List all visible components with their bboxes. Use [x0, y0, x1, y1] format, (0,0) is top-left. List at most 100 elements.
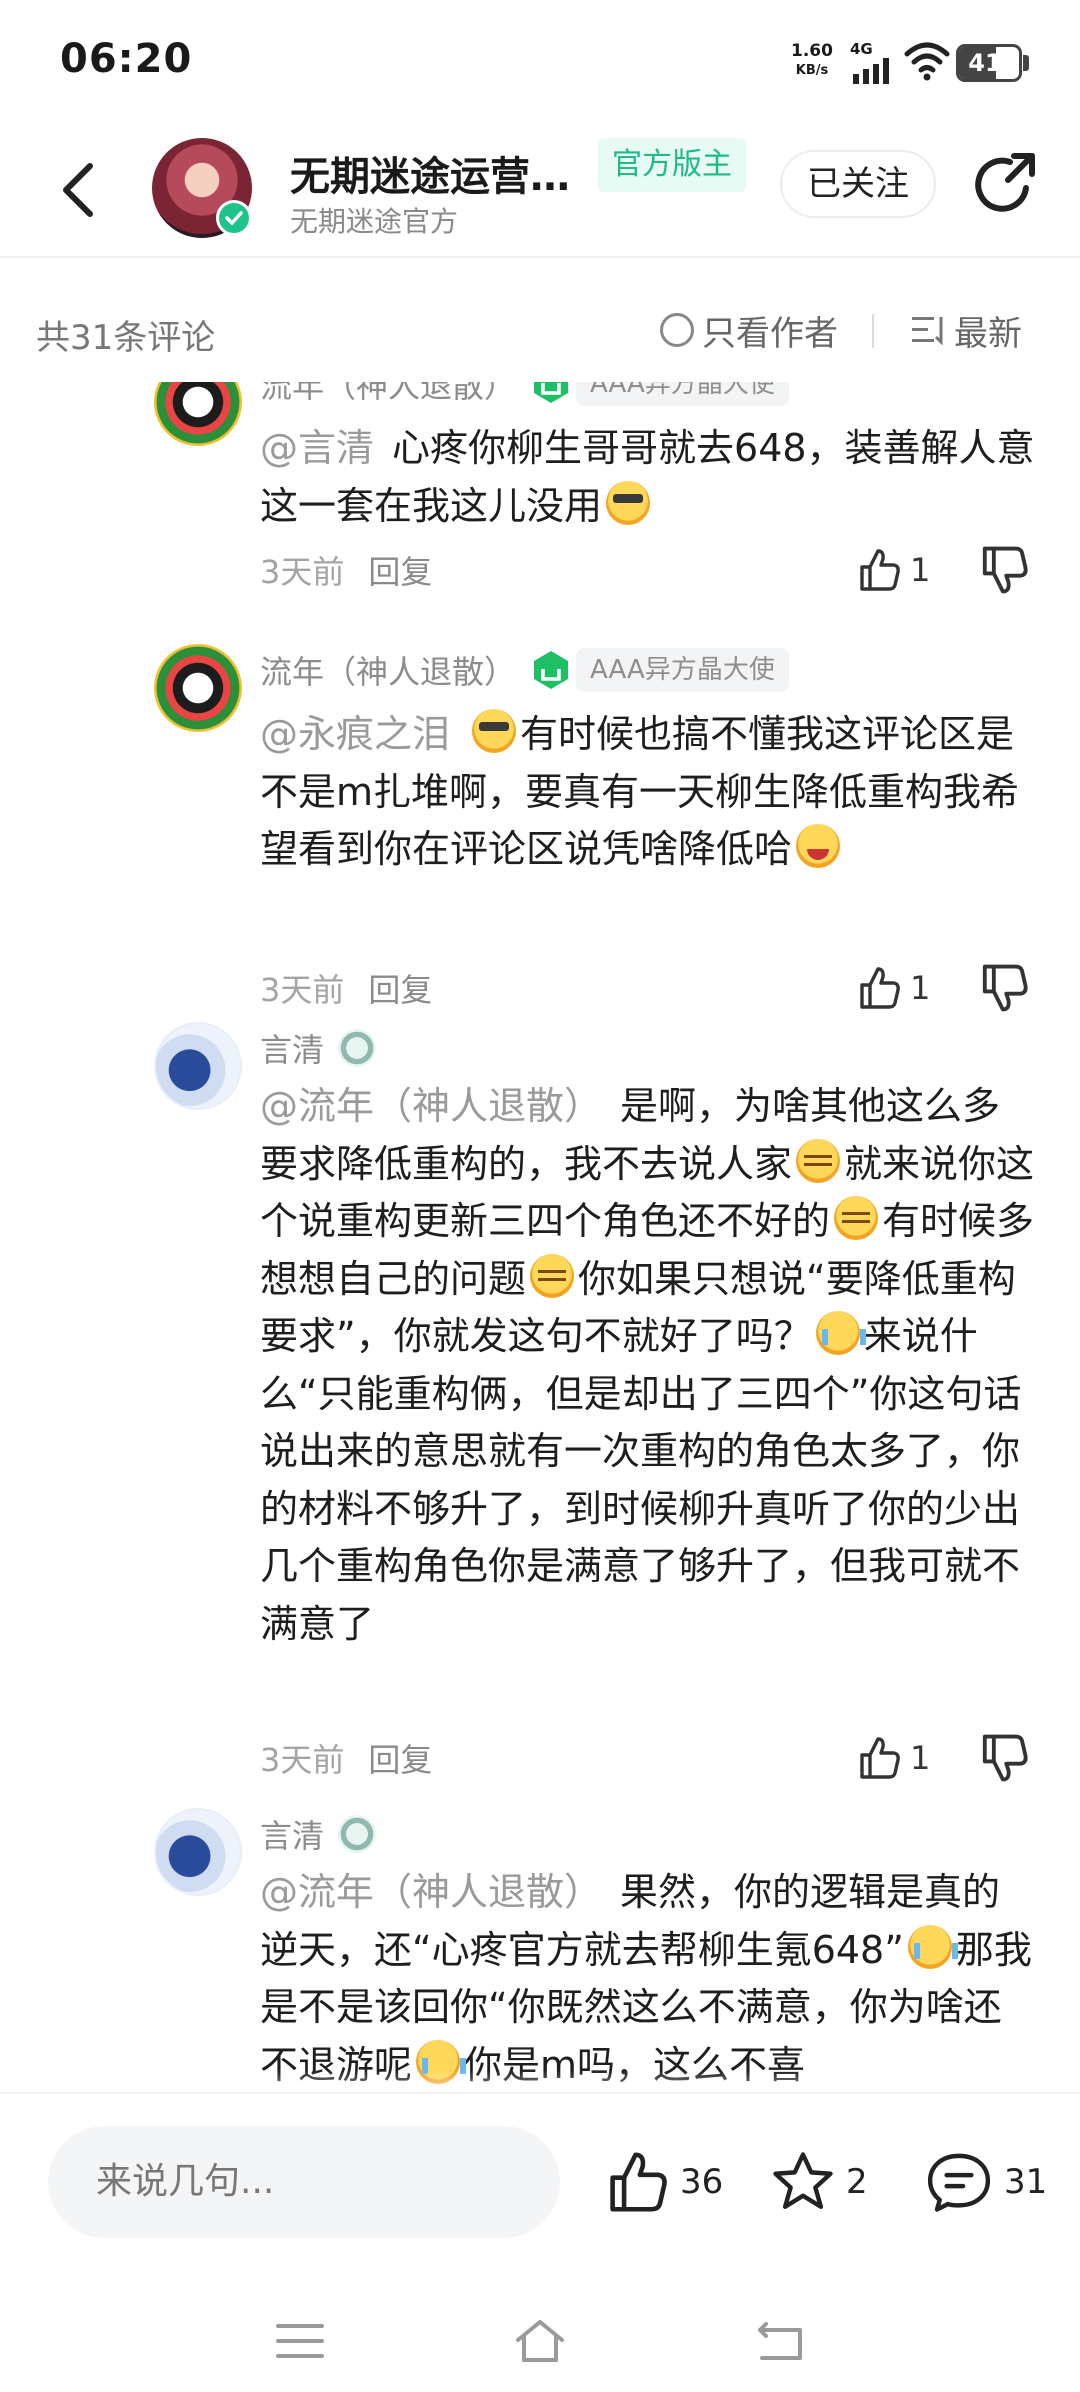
status-time: 06:20: [60, 36, 193, 82]
user-badge-icon: [338, 1815, 377, 1853]
network-speed: 1.60 KB/s: [788, 42, 836, 80]
comment-meta: 3天前 回复: [260, 964, 432, 1012]
thumb-up-icon: [860, 1737, 900, 1779]
comment-body-part: 来说什么“只能重构俩，但是却出了三四个”你这句话说出来的意思就有一次重构的角色太…: [260, 1314, 1022, 1646]
user-avatar[interactable]: [154, 382, 242, 446]
user-name[interactable]: 流年（神人退散）: [260, 647, 516, 693]
thumb-down-icon[interactable]: [978, 962, 1030, 1014]
user-avatar[interactable]: [154, 1022, 242, 1110]
user-name[interactable]: 言清: [260, 1811, 324, 1857]
crying-emoji-icon: [815, 1311, 866, 1355]
official-moderator-badge: 官方版主: [598, 138, 746, 192]
comment-meta: 3天前 回复: [260, 1734, 432, 1782]
smug-emoji-icon: [530, 1253, 575, 1298]
sort-icon: [912, 317, 943, 345]
user-avatar[interactable]: [154, 644, 242, 732]
divider: [872, 314, 874, 348]
only-author-label: 只看作者: [702, 313, 838, 354]
comment-user: 言清: [260, 1808, 377, 1860]
comment-time: 3天前: [260, 1741, 345, 1779]
post-like-count: 36: [680, 2162, 724, 2202]
comment-text: @流年（神人退散） 果然，你的逻辑是真的逆天，还“心疼官方就去帮柳生氪648” 那我…: [260, 1864, 1036, 2092]
user-name[interactable]: 流年（神人退散）: [260, 382, 516, 407]
post-header: 无期迷途运营… 官方版主 无期迷途官方 已关注: [0, 128, 1080, 258]
smug-emoji-icon: [834, 1196, 879, 1240]
verified-icon: [216, 200, 252, 236]
radio-icon: [660, 313, 694, 347]
only-author-toggle[interactable]: 只看作者: [660, 308, 838, 354]
level-badge-icon: [534, 651, 569, 689]
mention[interactable]: @言清: [260, 426, 374, 470]
thumb-down-icon[interactable]: [978, 1732, 1030, 1784]
smug-emoji-icon: [796, 1138, 841, 1183]
follow-button[interactable]: 已关注: [780, 150, 936, 218]
back-icon[interactable]: [44, 152, 120, 228]
cool-emoji-icon: [606, 480, 651, 525]
system-nav-bar: [0, 2292, 1080, 2392]
comment-text: @流年（神人退散） 是啊，为啥其他这么多要求降低重构的，我不去说人家 就来说你这个说…: [260, 1078, 1036, 1653]
mention[interactable]: @流年（神人退散）: [260, 1084, 602, 1128]
share-icon[interactable]: [966, 146, 1042, 222]
mention[interactable]: @永痕之泪: [260, 712, 450, 756]
battery-tip: [1023, 55, 1029, 71]
level-badge-icon: [534, 382, 569, 403]
user-badge-icon: [338, 1029, 377, 1067]
like-button[interactable]: 1: [856, 1730, 930, 1786]
star-icon: [773, 2152, 833, 2209]
user-title-tag: AAA异方晶大使: [576, 382, 789, 406]
comments-button[interactable]: 31: [924, 2142, 1047, 2222]
crying-emoji-icon: [907, 1924, 958, 1969]
comment-feed[interactable]: 流年（神人退散） AAA异方晶大使 @言清 心疼你柳生哥哥就去648，装善解人意这…: [0, 382, 1080, 2092]
comment-total: 31: [1004, 2162, 1048, 2202]
author-subtitle: 无期迷途官方: [290, 205, 459, 238]
like-count: 1: [910, 551, 931, 589]
comment-count: 共31条评论: [36, 318, 216, 358]
mention[interactable]: @流年（神人退散）: [260, 1870, 602, 1914]
thumb-down-icon[interactable]: [978, 544, 1030, 596]
user-avatar[interactable]: [154, 1808, 242, 1896]
like-count: 1: [910, 969, 931, 1007]
status-bar: 06:20 1.60 KB/s 4G 41: [0, 0, 1080, 128]
thumb-up-icon: [860, 967, 900, 1009]
menu-icon[interactable]: [272, 2316, 328, 2366]
sort-button[interactable]: 最新: [912, 308, 1022, 354]
home-icon[interactable]: [512, 2316, 568, 2366]
favorite-button[interactable]: 2: [770, 2142, 868, 2222]
favorite-count: 2: [846, 2162, 868, 2202]
comment-meta: 3天前 回复: [260, 546, 432, 594]
comment-user: 流年（神人退散） AAA异方晶大使: [260, 644, 789, 696]
sort-label: 最新: [954, 313, 1022, 354]
thumb-up-icon: [860, 549, 900, 591]
network-type: 4G: [850, 40, 873, 58]
comment-icon: [927, 2153, 991, 2212]
author-name[interactable]: 无期迷途运营…: [290, 144, 590, 202]
wifi-icon: [904, 42, 950, 81]
like-button[interactable]: 1: [856, 542, 930, 598]
network-speed-value: 1.60: [791, 41, 833, 61]
comment-time: 3天前: [260, 971, 345, 1009]
reply-button[interactable]: 回复: [368, 965, 432, 1011]
comment-input[interactable]: 来说几句...: [48, 2126, 560, 2238]
network-speed-unit: KB/s: [795, 63, 829, 78]
signal-icon: [853, 58, 889, 84]
reply-button[interactable]: 回复: [368, 1735, 432, 1781]
back-nav-icon[interactable]: [752, 2316, 808, 2366]
like-post-button[interactable]: 36: [604, 2142, 723, 2222]
like-button[interactable]: 1: [856, 960, 930, 1016]
reply-button[interactable]: 回复: [368, 547, 432, 593]
comment-text: @永痕之泪 有时候也搞不懂我这评论区是不是m扎堆啊，要真有一天柳生降低重构我希望看…: [260, 706, 1036, 879]
comment-user: 流年（神人退散） AAA异方晶大使: [260, 382, 789, 410]
user-name[interactable]: 言清: [260, 1025, 324, 1071]
comment-text: @言清 心疼你柳生哥哥就去648，装善解人意这一套在我这儿没用: [260, 420, 1036, 535]
comment-time: 3天前: [260, 553, 345, 591]
like-count: 1: [910, 1739, 931, 1777]
thumb-up-icon: [610, 2152, 667, 2212]
comments-summary-bar: 共31条评论 只看作者 最新: [0, 258, 1080, 380]
cool-emoji-icon: [472, 709, 517, 753]
grin-emoji-icon: [796, 824, 841, 868]
comment-user: 言清: [260, 1022, 377, 1074]
user-title-tag: AAA异方晶大使: [576, 648, 789, 692]
bottom-action-bar: 来说几句... 36 2 31: [0, 2092, 1080, 2292]
battery-icon: 41: [956, 44, 1022, 82]
battery-level: 41: [968, 49, 1002, 77]
